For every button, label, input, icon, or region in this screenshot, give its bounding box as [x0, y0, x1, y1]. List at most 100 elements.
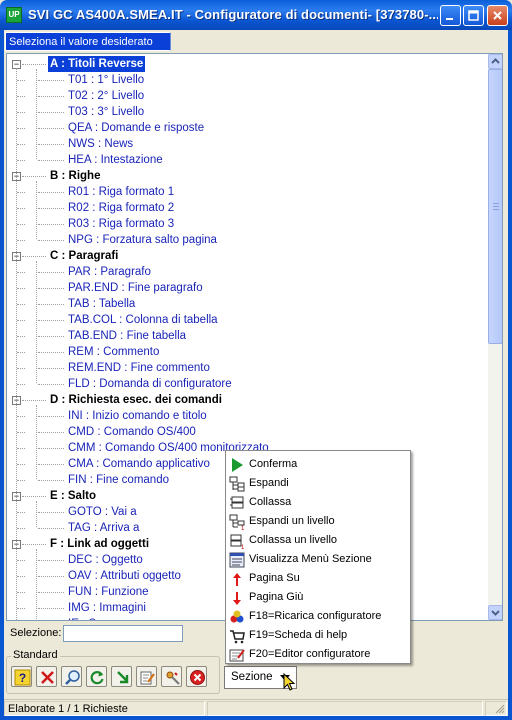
- menu-item-menu[interactable]: Visualizza Menù Sezione: [226, 550, 410, 569]
- tree-connector: [16, 68, 17, 620]
- tree-connector: [17, 128, 25, 129]
- tree-item[interactable]: T01 : 1° Livello: [7, 72, 487, 88]
- tree-item-label: PAR.END : Fine paragrafo: [68, 282, 203, 294]
- context-menu: Conferma Espandi Collassa 1 Espandi un livel…: [225, 450, 411, 664]
- tree-connector: [38, 528, 64, 529]
- selection-label: Selezione:: [10, 627, 62, 639]
- menu-item-arrow-down[interactable]: Pagina Giù: [226, 588, 410, 607]
- tree-connector: [17, 352, 25, 353]
- tree-item[interactable]: R02 : Riga formato 2: [7, 200, 487, 216]
- tree-item-label: T01 : 1° Livello: [68, 74, 145, 86]
- tree-item[interactable]: PAR.END : Fine paragrafo: [7, 280, 487, 296]
- tree-item[interactable]: QEA : Domande e risposte: [7, 120, 487, 136]
- tree-connector: [22, 256, 46, 257]
- tree-connector: [38, 288, 64, 289]
- tree-connector: [38, 320, 64, 321]
- tree-item[interactable]: INI : Inizio comando e titolo: [7, 408, 487, 424]
- tree-connector: [17, 112, 25, 113]
- menu-item-editor[interactable]: F20=Editor configuratore: [226, 645, 410, 664]
- tree-connector: [38, 512, 64, 513]
- menu-item-collapse[interactable]: Collassa: [226, 493, 410, 512]
- status-bar: Elaborate 1 / 1 Richieste: [4, 699, 508, 716]
- tree-item-label: R02 : Riga formato 2: [68, 202, 175, 214]
- menu-item-label: Conferma: [249, 458, 298, 470]
- menu-item-arrow-up[interactable]: Pagina Su: [226, 569, 410, 588]
- minimize-icon: [446, 18, 453, 20]
- edit-button[interactable]: [136, 666, 157, 687]
- menu-item-play[interactable]: Conferma: [226, 455, 410, 474]
- tree-group[interactable]: − D : Richiesta esec. dei comandi: [7, 392, 487, 408]
- tree-connector: [38, 336, 64, 337]
- tree-item-label: TAB.COL : Colonna di tabella: [68, 314, 218, 326]
- tree-item[interactable]: REM : Commento: [7, 344, 487, 360]
- tree-item[interactable]: NWS : News: [7, 136, 487, 152]
- download-button[interactable]: [111, 666, 132, 687]
- tree-connector: [36, 405, 37, 479]
- tree-connector: [17, 272, 25, 273]
- menu-item-help-cart[interactable]: F19=Scheda di help: [226, 626, 410, 645]
- tree-connector: [38, 208, 64, 209]
- edit-icon: [140, 671, 155, 685]
- tree-group-label: A : Titoli Reverse: [48, 56, 146, 72]
- help-icon: ?: [14, 669, 31, 686]
- tree-item-label: FLD : Domanda di configuratore: [68, 378, 232, 390]
- settings-button[interactable]: [161, 666, 182, 687]
- scroll-down-button[interactable]: [488, 605, 502, 620]
- tree-connector: [22, 496, 46, 497]
- tree-connector: [17, 320, 25, 321]
- tree-connector: [38, 480, 64, 481]
- maximize-button[interactable]: [463, 5, 484, 26]
- tree-item[interactable]: TAB.COL : Colonna di tabella: [7, 312, 487, 328]
- tree-item[interactable]: NPG : Forzatura salto pagina: [7, 232, 487, 248]
- menu-item-expand[interactable]: Espandi: [226, 474, 410, 493]
- tree-connector: [38, 368, 64, 369]
- resize-grip-icon[interactable]: [495, 704, 505, 714]
- minimize-button[interactable]: [440, 5, 461, 26]
- menu-item-label: Collassa: [249, 496, 292, 508]
- help-button[interactable]: ?: [11, 666, 32, 687]
- tree-item[interactable]: R03 : Riga formato 3: [7, 216, 487, 232]
- tree-item[interactable]: REM.END : Fine commento: [7, 360, 487, 376]
- tree-connector: [17, 480, 25, 481]
- window-frame-left: [0, 30, 4, 720]
- tree-item[interactable]: TAB : Tabella: [7, 296, 487, 312]
- tree-item[interactable]: PAR : Paragrafo: [7, 264, 487, 280]
- tree-item[interactable]: TAB.END : Fine tabella: [7, 328, 487, 344]
- tree-connector: [38, 608, 64, 609]
- refresh-button[interactable]: [86, 666, 107, 687]
- tree-item-label: TAG : Arriva a: [68, 522, 140, 534]
- tree-item[interactable]: T02 : 2° Livello: [7, 88, 487, 104]
- scroll-grip: [493, 209, 499, 210]
- close-button[interactable]: [487, 5, 508, 26]
- tree-group[interactable]: − A : Titoli Reverse: [7, 56, 487, 72]
- scroll-up-button[interactable]: [488, 54, 502, 69]
- tree-item[interactable]: T03 : 3° Livello: [7, 104, 487, 120]
- tree-connector: [17, 464, 25, 465]
- tree-item[interactable]: CMD : Comando OS/400: [7, 424, 487, 440]
- tree-item-label: FUN : Funzione: [68, 586, 149, 598]
- search-button[interactable]: [61, 666, 82, 687]
- cursor-icon: [283, 673, 296, 691]
- tree-connector: [38, 592, 64, 593]
- tree-item[interactable]: HEA : Intestazione: [7, 152, 487, 168]
- scroll-thumb[interactable]: [488, 69, 502, 344]
- vertical-scrollbar[interactable]: [488, 54, 502, 620]
- cancel-button[interactable]: [36, 666, 57, 687]
- collapse-icon: [230, 496, 244, 509]
- reload-icon: [230, 610, 244, 623]
- tree-connector: [38, 112, 64, 113]
- tree-item[interactable]: FLD : Domanda di configuratore: [7, 376, 487, 392]
- tree-item[interactable]: R01 : Riga formato 1: [7, 184, 487, 200]
- tree-connector: [17, 304, 25, 305]
- stop-button[interactable]: [186, 666, 207, 687]
- menu-item-reload[interactable]: F18=Ricarica configuratore: [226, 607, 410, 626]
- tree-group[interactable]: − B : Righe: [7, 168, 487, 184]
- sezione-dropdown[interactable]: Sezione: [224, 666, 297, 691]
- tree-group[interactable]: − C : Paragrafi: [7, 248, 487, 264]
- tree-item-label: NWS : News: [68, 138, 134, 150]
- menu-item-expand-level[interactable]: 1 Espandi un livello: [226, 512, 410, 531]
- app-icon: UP: [6, 7, 22, 23]
- selection-input[interactable]: [63, 625, 183, 642]
- menu-item-collapse-level[interactable]: 1 Collassa un livello: [226, 531, 410, 550]
- tree-group-label: E : Salto: [50, 490, 97, 502]
